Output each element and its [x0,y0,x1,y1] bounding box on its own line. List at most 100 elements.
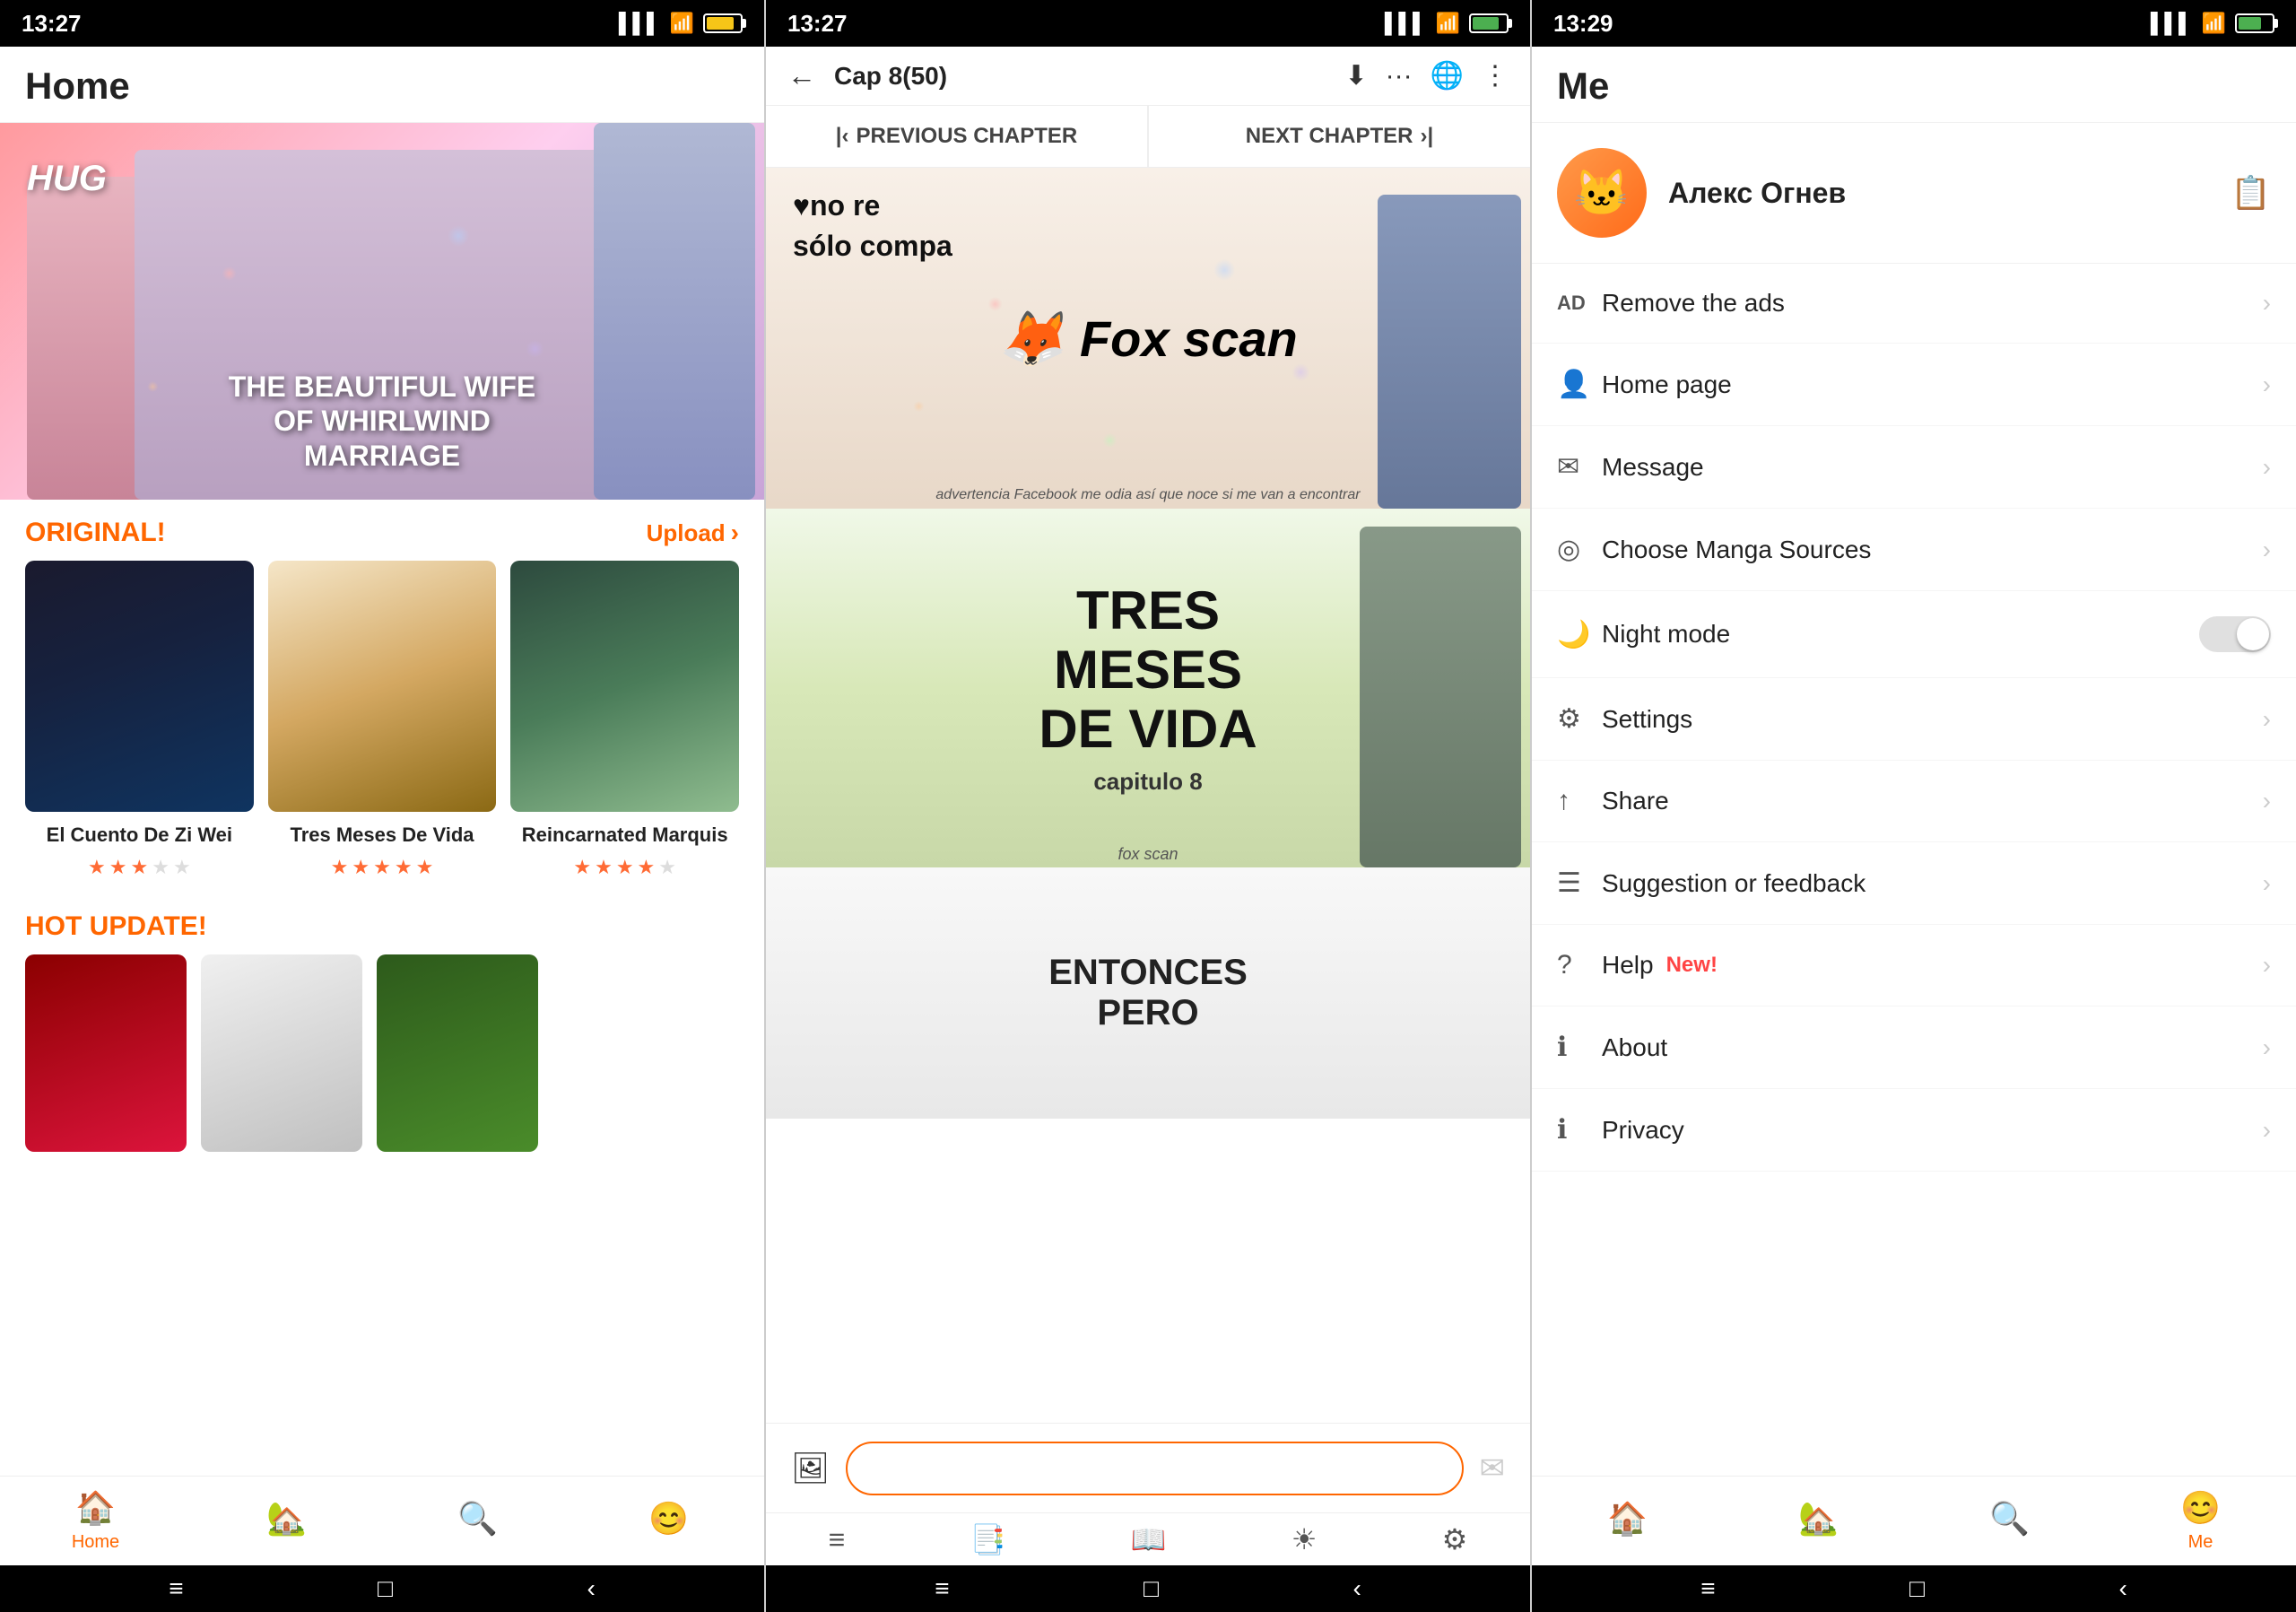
menu-item-remove-ads[interactable]: AD Remove the ads › [1532,264,2296,344]
avatar-emoji: 🐱 [1574,167,1630,220]
manga-thumb-1 [25,561,254,812]
reader-nav-page[interactable]: 📖 [1131,1522,1167,1556]
privacy-icon: ℹ [1557,1114,1602,1146]
me-title: Me [1557,65,2271,108]
system-nav-reader: ≡ □ ‹ [766,1565,1530,1612]
prev-chevron-left: |‹ [836,124,849,149]
wifi-home: 📶 [670,12,694,35]
nav-search[interactable]: 🔍 [382,1477,573,1565]
original-section-header: ORIGINAL! Upload › [0,500,764,561]
menu-btn-reader[interactable]: ≡ [935,1574,949,1603]
menu-item-message[interactable]: ✉ Message › [1532,426,2296,509]
me-header: Me [1532,47,2296,123]
me-nav-search[interactable]: 🔍 [1914,1477,2105,1565]
me-nav-library[interactable]: 🏡 [1723,1477,1914,1565]
profile-edit-button[interactable]: 📋 [2231,174,2271,212]
help-badge: New! [1666,953,1718,978]
ads-chevron: › [2263,289,2271,318]
page2-char [1360,527,1521,867]
recents-btn-home[interactable]: □ [378,1574,393,1603]
menu-item-homepage[interactable]: 👤 Home page › [1532,344,2296,426]
reader-nav-settings[interactable]: ⚙ [1442,1522,1468,1556]
reader-nav-menu[interactable]: ≡ [829,1523,846,1556]
home-title: Home [25,65,739,108]
phone-home: 13:27 ▌▌▌ 📶 Home HUG THE BEAUTIFUL WIFEO… [0,0,764,1612]
menu-item-settings[interactable]: ⚙ Settings › [1532,678,2296,761]
hero-title: THE BEAUTIFUL WIFEOF WHIRLWINDMARRIAGE [0,370,764,473]
homepage-chevron: › [2263,370,2271,399]
system-nav-home: ≡ □ ‹ [0,1565,764,1612]
reader-back-button[interactable]: ← [787,59,816,92]
menu-item-help[interactable]: ? Help New! › [1532,925,2296,1006]
language-button[interactable]: 🌐 [1431,60,1464,91]
hot-thumb-3[interactable] [377,954,538,1152]
status-bar-home: 13:27 ▌▌▌ 📶 [0,0,764,47]
system-nav-me: ≡ □ ‹ [1532,1565,2296,1612]
menu-btn-home[interactable]: ≡ [169,1574,183,1603]
nav-home[interactable]: 🏠 Home [0,1477,191,1565]
manga-card-1[interactable]: El Cuento De Zi Wei ★ ★ ★ ★ ★ [25,561,254,879]
menu-item-feedback[interactable]: ☰ Suggestion or feedback › [1532,842,2296,925]
manga-card-2[interactable]: Tres Meses De Vida ★ ★ ★ ★ ★ [268,561,497,879]
help-icon: ? [1557,950,1602,980]
night-mode-toggle[interactable] [2199,616,2271,652]
wifi-me: 📶 [2202,12,2226,35]
feedback-chevron: › [2263,869,2271,898]
search-nav-icon: 🔍 [457,1500,498,1538]
recents-btn-me[interactable]: □ [1909,1574,1925,1603]
manga-card-3[interactable]: Reincarnated Marquis ★ ★ ★ ★ ★ [510,561,739,879]
back-btn-reader[interactable]: ‹ [1352,1574,1361,1603]
manga-thumb-3 [510,561,739,812]
menu-item-about[interactable]: ℹ About › [1532,1006,2296,1089]
profile-name: Алекс Огнев [1668,177,2209,210]
homepage-label: Home page [1602,370,2263,399]
phone-reader: 13:27 ▌▌▌ 📶 ← Cap 8(50) ⬇ ··· 🌐 ⋮ |‹ PRE… [764,0,1530,1612]
chapter-nav: |‹ PREVIOUS CHAPTER NEXT CHAPTER ›| [766,106,1530,168]
message-icon: ✉ [1557,451,1602,483]
page1-char-right [1378,195,1521,509]
me-nav-home[interactable]: 🏠 [1532,1477,1723,1565]
menu-btn-me[interactable]: ≡ [1700,1574,1715,1603]
me-nav-me[interactable]: 😊 Me [2105,1477,2296,1565]
upload-link[interactable]: Upload › [647,518,739,547]
menu-item-privacy[interactable]: ℹ Privacy › [1532,1089,2296,1172]
comment-input[interactable] [846,1442,1463,1495]
reader-nav-brightness[interactable]: ☀ [1292,1522,1318,1556]
help-chevron: › [2263,951,2271,980]
gallery-button[interactable]: 🖼 [784,1443,837,1494]
hero-banner[interactable]: HUG THE BEAUTIFUL WIFEOF WHIRLWINDMARRIA… [0,123,764,500]
menu-item-manga-sources[interactable]: ◎ Choose Manga Sources › [1532,509,2296,591]
download-button[interactable]: ⬇ [1345,60,1368,91]
help-label: Help New! [1602,951,2263,980]
reader-nav-chapters[interactable]: 📑 [970,1522,1006,1556]
back-btn-me[interactable]: ‹ [2118,1574,2126,1603]
nav-me[interactable]: 😊 [573,1477,764,1565]
next-chapter-label: NEXT CHAPTER [1246,124,1413,149]
manga-title-3: Reincarnated Marquis [510,823,739,849]
battery-reader [1469,13,1509,33]
about-icon: ℹ [1557,1032,1602,1063]
hot-section-header: HOT UPDATE! [0,897,764,954]
tres-meses-title: TRESMESESDE VIDA [1039,581,1257,759]
comments-button[interactable]: ··· [1386,61,1413,91]
next-chapter-button[interactable]: NEXT CHAPTER ›| [1148,106,1530,167]
hot-thumb-2[interactable] [201,954,362,1152]
prev-chapter-button[interactable]: |‹ PREVIOUS CHAPTER [766,106,1148,167]
about-chevron: › [2263,1033,2271,1062]
menu-item-night-mode[interactable]: 🌙 Night mode [1532,591,2296,678]
more-button[interactable]: ⋮ [1482,60,1509,91]
me-nav-me-label: Me [2188,1532,2213,1553]
nav-library[interactable]: 🏡 [191,1477,382,1565]
manga-grid: El Cuento De Zi Wei ★ ★ ★ ★ ★ Tres Meses… [0,561,764,897]
hot-thumb-1[interactable] [25,954,187,1152]
recents-btn-reader[interactable]: □ [1144,1574,1159,1603]
wifi-reader: 📶 [1436,12,1460,35]
menu-item-share[interactable]: ↑ Share › [1532,761,2296,842]
manga-page-2: TRESMESESDE VIDA capitulo 8 fox scan [766,509,1530,867]
hot-manga-row [0,954,764,1170]
manga-stars-2: ★ ★ ★ ★ ★ [268,856,497,879]
signal-me: ▌▌▌ [2151,12,2193,35]
back-btn-home[interactable]: ‹ [587,1574,595,1603]
send-button[interactable]: ✉ [1473,1443,1513,1494]
message-chevron: › [2263,453,2271,482]
